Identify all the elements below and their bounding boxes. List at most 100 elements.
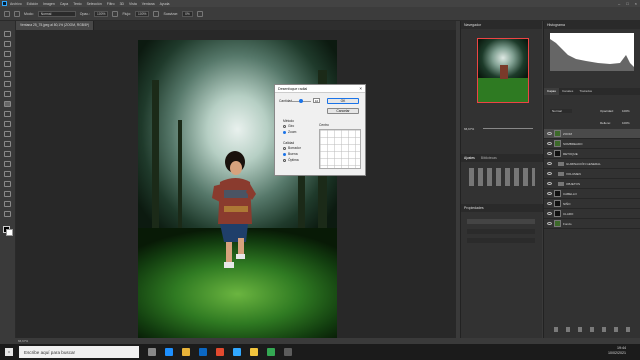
layer-opacity-field[interactable]: 100% (622, 109, 630, 113)
layer-row[interactable]: CLARO (544, 209, 640, 219)
home-icon[interactable] (4, 10, 10, 17)
chrome-icon[interactable] (267, 348, 275, 356)
app-icon[interactable] (284, 348, 292, 356)
quality-optima-radio[interactable] (283, 159, 286, 162)
frame-tool-icon[interactable] (4, 81, 11, 87)
amount-slider-handle[interactable] (299, 99, 303, 103)
clone-stamp-tool-icon[interactable] (4, 121, 11, 127)
visibility-eye-icon[interactable] (547, 222, 552, 225)
brush-preset-icon[interactable] (14, 10, 20, 17)
lasso-tool-icon[interactable] (4, 51, 11, 57)
layer-row[interactable]: NIÑO (544, 199, 640, 209)
move-tool-icon[interactable] (4, 31, 11, 37)
blur-center-preview[interactable] (319, 129, 361, 169)
tab-bibliotecas[interactable]: Bibliotecas (478, 154, 500, 162)
opacity-field[interactable]: 100% (94, 10, 109, 17)
layer-group-row[interactable]: OBJETOS (544, 179, 640, 189)
navigator-thumbnail[interactable] (477, 38, 529, 103)
menu-filtro[interactable]: Filtro (107, 2, 115, 6)
maximize-icon[interactable]: □ (626, 1, 628, 6)
windows-start-icon[interactable] (5, 348, 13, 356)
visibility-eye-icon[interactable] (547, 152, 552, 155)
gear-icon[interactable] (196, 10, 203, 17)
histogram-panel-header[interactable]: Histograma (544, 21, 640, 29)
mode-select[interactable]: Normal (37, 10, 76, 17)
menu-seleccion[interactable]: Selección (87, 2, 102, 6)
edge-icon[interactable] (165, 348, 173, 356)
blend-mode-select[interactable]: Normal (550, 109, 572, 113)
menu-capa[interactable]: Capa (60, 2, 68, 6)
crop-tool-icon[interactable] (4, 71, 11, 77)
type-tool-icon[interactable] (4, 191, 11, 197)
layer-row[interactable]: CABELLO (544, 189, 640, 199)
gradient-tool-icon[interactable] (4, 151, 11, 157)
close-icon[interactable]: × (635, 1, 637, 6)
menu-ventana[interactable]: Ventana (142, 2, 155, 6)
file-explorer-icon[interactable] (182, 348, 190, 356)
visibility-eye-icon[interactable] (547, 202, 552, 205)
adjustment-icons-grid[interactable] (469, 168, 535, 186)
background-color-swatch[interactable] (6, 229, 13, 236)
navigator-panel-header[interactable]: Navegador (461, 21, 542, 29)
store-icon[interactable] (199, 348, 207, 356)
layer-row[interactable]: SOMBREADO (544, 139, 640, 149)
menu-imagen[interactable]: Imagen (43, 2, 55, 6)
cancel-button[interactable]: Cancelar (327, 108, 359, 114)
pen-tool-icon[interactable] (4, 181, 11, 187)
healing-brush-tool-icon[interactable] (4, 101, 11, 107)
layer-row[interactable]: Fondo (544, 219, 640, 229)
navigator-zoom-value[interactable]: 66,67% (464, 127, 474, 131)
menu-ayuda[interactable]: Ayuda (160, 2, 170, 6)
taskbar-search-input[interactable]: Escribe aquí para buscar (19, 346, 139, 358)
brush-tool-icon[interactable] (4, 111, 11, 117)
layer-fill-field[interactable]: 100% (622, 121, 630, 125)
menu-archivo[interactable]: Archivo (10, 2, 22, 6)
app-icon[interactable] (250, 348, 258, 356)
layer-group-row[interactable]: ILUMINACIÓN GENERAL (544, 159, 640, 169)
minimize-icon[interactable]: – (618, 1, 620, 6)
layer-row[interactable]: RETOQUE (544, 149, 640, 159)
blur-tool-icon[interactable] (4, 161, 11, 167)
flow-field[interactable]: 100% (135, 10, 150, 17)
pressure-opacity-icon[interactable] (112, 10, 119, 17)
eyedropper-tool-icon[interactable] (4, 91, 11, 97)
hand-tool-icon[interactable] (4, 211, 11, 217)
photoshop-taskbar-icon[interactable] (233, 348, 241, 356)
smooth-field[interactable]: 0% (182, 10, 193, 17)
quality-buena-radio[interactable] (283, 153, 286, 156)
visibility-eye-icon[interactable] (547, 142, 552, 145)
ok-button[interactable]: OK (327, 98, 359, 104)
amount-field[interactable]: 10 (313, 98, 320, 103)
task-view-icon[interactable] (148, 348, 156, 356)
eraser-tool-icon[interactable] (4, 141, 11, 147)
tab-capas[interactable]: Capas (544, 88, 559, 95)
app-icon[interactable] (216, 348, 224, 356)
visibility-eye-icon[interactable] (547, 172, 552, 175)
visibility-eye-icon[interactable] (547, 192, 552, 195)
marquee-tool-icon[interactable] (4, 41, 11, 47)
tab-trazados[interactable]: Trazados (576, 88, 595, 95)
properties-transform-row[interactable] (467, 238, 535, 243)
visibility-eye-icon[interactable] (547, 182, 552, 185)
history-brush-tool-icon[interactable] (4, 131, 11, 137)
visibility-eye-icon[interactable] (547, 132, 552, 135)
layer-actions-bar[interactable] (554, 327, 634, 332)
properties-transform-row[interactable] (467, 229, 535, 234)
tab-ajustes[interactable]: Ajustes (461, 154, 478, 162)
close-icon[interactable]: × (359, 85, 362, 93)
visibility-eye-icon[interactable] (547, 212, 552, 215)
menu-edicion[interactable]: Edición (27, 2, 38, 6)
layer-group-row[interactable]: VOLUMEN (544, 169, 640, 179)
dodge-tool-icon[interactable] (4, 171, 11, 177)
menu-vista[interactable]: Vista (129, 2, 137, 6)
document-tab[interactable]: Ventana 25_75.jpeg al 80,1% (ZOOM, RGB/8… (16, 21, 95, 30)
airbrush-icon[interactable] (153, 10, 160, 17)
menu-texto[interactable]: Texto (73, 2, 81, 6)
path-select-tool-icon[interactable] (4, 201, 11, 207)
navigator-zoom-slider[interactable] (483, 128, 533, 129)
method-giro-radio[interactable] (283, 125, 286, 128)
method-zoom-radio[interactable] (283, 131, 286, 134)
menu-3d[interactable]: 3D (120, 2, 124, 6)
tab-canales[interactable]: Canales (559, 88, 576, 95)
layer-row[interactable]: ZOOM (544, 129, 640, 139)
